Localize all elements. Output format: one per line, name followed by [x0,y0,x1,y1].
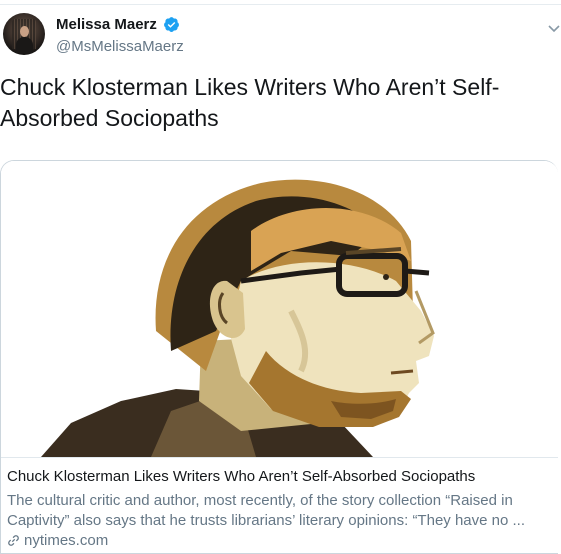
card-divider [1,457,558,458]
avatar[interactable] [3,13,45,55]
author-display-name[interactable]: Melissa Maerz [56,16,157,33]
tweet-text: Chuck Klosterman Likes Writers Who Aren’… [0,74,500,131]
link-preview-card[interactable]: Chuck Klosterman Likes Writers Who Aren’… [0,160,558,554]
avatar-face-shape [20,26,29,37]
card-image [1,161,558,457]
card-title: Chuck Klosterman Likes Writers Who Aren’… [7,468,476,485]
verified-badge-icon [163,16,180,33]
avatar-body-shape [16,37,33,53]
card-domain-text: nytimes.com [24,532,109,549]
chevron-down-icon[interactable] [547,21,561,33]
card-description: The cultural critic and author, most rec… [7,492,525,529]
card-domain: nytimes.com [7,532,108,549]
top-divider [0,4,561,5]
link-icon [7,534,20,547]
author-handle[interactable]: @MsMelissaMaerz [56,38,184,55]
author-name-row: Melissa Maerz [56,16,180,33]
